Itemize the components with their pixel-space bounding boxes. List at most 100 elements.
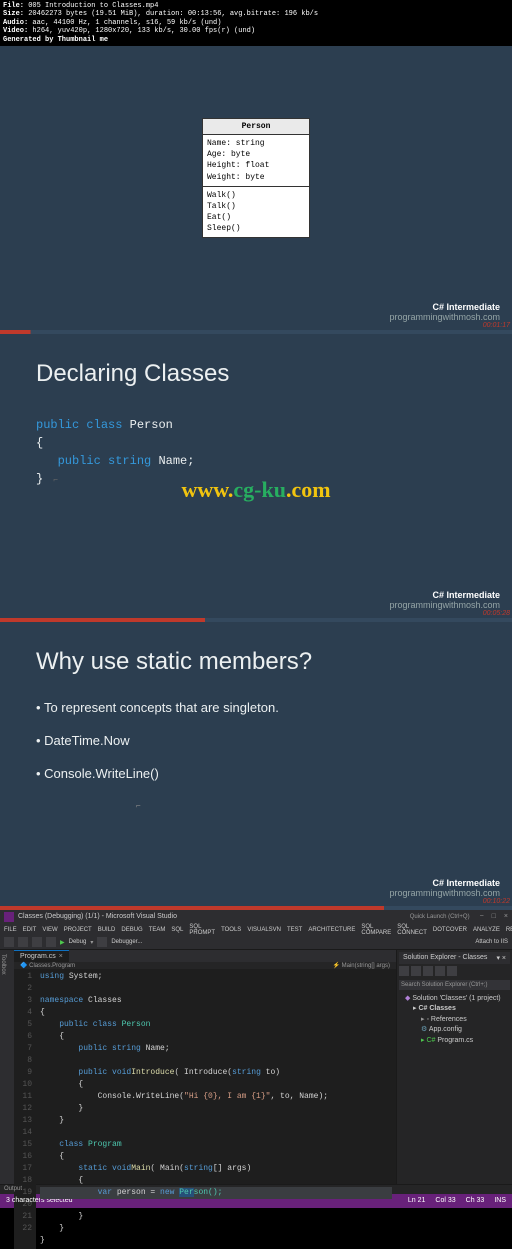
slide-footer: C# Intermediate programmingwithmosh.com bbox=[389, 590, 500, 610]
undo-icon[interactable] bbox=[46, 937, 56, 947]
uml-method: Eat() bbox=[207, 212, 305, 223]
menu-item[interactable]: EDIT bbox=[23, 927, 37, 933]
meta-value: h264, yuv420p, 1280x720, 133 kb/s, 30.00… bbox=[32, 27, 255, 35]
timestamp: 00:01:17 bbox=[483, 322, 510, 329]
code-punct: } bbox=[36, 472, 43, 486]
tree-item[interactable]: References bbox=[431, 1016, 467, 1023]
menu-item[interactable]: TOOLS bbox=[221, 927, 241, 933]
uml-method: Talk() bbox=[207, 201, 305, 212]
uml-field: Weight: byte bbox=[207, 172, 305, 183]
breadcrumb[interactable]: 🔷 Classes.Program ⚡ Main(string[] args) bbox=[14, 962, 396, 969]
tree-item[interactable]: App.config bbox=[429, 1026, 462, 1033]
bullet-item: Console.WriteLine() bbox=[36, 766, 476, 781]
sol-showall-icon[interactable] bbox=[435, 966, 445, 976]
menu-item[interactable]: ARCHITECTURE bbox=[308, 927, 355, 933]
code-keyword: class bbox=[86, 418, 122, 432]
toolbox-tab[interactable]: Toolbox bbox=[0, 954, 14, 975]
menu-item[interactable]: RESHARPER bbox=[506, 927, 512, 933]
tab-label: Program.cs bbox=[20, 953, 56, 960]
menu-item[interactable]: SQL COMPARE bbox=[361, 924, 391, 936]
start-icon[interactable]: ▶ bbox=[60, 939, 65, 946]
menu-item[interactable]: DOTCOVER bbox=[433, 927, 467, 933]
bullet-item: To represent concepts that are singleton… bbox=[36, 700, 476, 715]
nav-back-icon[interactable] bbox=[4, 937, 14, 947]
meta-value: 005 Introduction to Classes.mp4 bbox=[28, 2, 158, 10]
side-tabs[interactable]: Toolbox bbox=[0, 950, 14, 1184]
attach-iis-button[interactable]: Attach to IIS bbox=[475, 939, 508, 945]
uml-method: Sleep() bbox=[207, 223, 305, 234]
menu-item[interactable]: SQL bbox=[171, 927, 183, 933]
window-title: Classes (Debugging) (1/1) - Microsoft Vi… bbox=[18, 913, 177, 920]
meta-label: Size: bbox=[3, 10, 24, 18]
menu-item[interactable]: SQL CONNECT bbox=[397, 924, 427, 936]
cs-file-icon: ▸ C# bbox=[421, 1037, 435, 1044]
cursor-icon: ⌐ bbox=[53, 476, 58, 485]
slide-title: Why use static members? bbox=[36, 648, 476, 676]
uml-methods: Walk() Talk() Eat() Sleep() bbox=[202, 187, 310, 239]
uml-diagram: Person Name: string Age: byte Height: fl… bbox=[202, 118, 310, 239]
menu-item[interactable]: TEAM bbox=[149, 927, 166, 933]
quick-launch[interactable]: Quick Launch (Ctrl+Q) bbox=[410, 914, 470, 920]
code-editor[interactable]: 12345678910111213141516171819202122 usin… bbox=[14, 969, 396, 1249]
debugger-label[interactable]: Debugger... bbox=[111, 939, 142, 945]
status-char: Ch 33 bbox=[466, 1197, 485, 1204]
menu-item[interactable]: SQL PROMPT bbox=[189, 924, 215, 936]
uml-class-name: Person bbox=[202, 118, 310, 135]
nav-fwd-icon[interactable] bbox=[18, 937, 28, 947]
code-identifier: Name bbox=[158, 454, 187, 468]
editor: Program.cs × 🔷 Classes.Program ⚡ Main(st… bbox=[14, 950, 396, 1184]
menu-item[interactable]: TEST bbox=[287, 927, 302, 933]
footer-url: programmingwithmosh.com bbox=[389, 312, 500, 322]
close-tab-icon[interactable]: × bbox=[59, 953, 63, 960]
menu-item[interactable]: VIEW bbox=[42, 927, 57, 933]
close-icon[interactable]: × bbox=[504, 913, 508, 920]
tree-project[interactable]: Classes bbox=[429, 1005, 455, 1012]
menu-item[interactable]: ANALYZE bbox=[473, 927, 500, 933]
save-icon[interactable] bbox=[32, 937, 42, 947]
slide-footer: C# Intermediate programmingwithmosh.com bbox=[389, 302, 500, 322]
menu-item[interactable]: FILE bbox=[4, 927, 17, 933]
meta-label: Audio: bbox=[3, 19, 28, 27]
sol-home-icon[interactable] bbox=[399, 966, 409, 976]
config-icon: ⚙ bbox=[421, 1026, 427, 1033]
menu-item[interactable]: DEBUG bbox=[121, 927, 142, 933]
references-icon: ▸ ▫ bbox=[421, 1016, 429, 1023]
sol-collapse-icon[interactable] bbox=[423, 966, 433, 976]
footer-url: programmingwithmosh.com bbox=[389, 600, 500, 610]
project-icon: C# bbox=[418, 1005, 427, 1012]
menu-item[interactable]: BUILD bbox=[98, 927, 116, 933]
menubar[interactable]: FILE EDIT VIEW PROJECT BUILD DEBUG TEAM … bbox=[0, 924, 512, 936]
tree-solution[interactable]: Solution 'Classes' (1 project) bbox=[412, 995, 500, 1002]
vs-logo-icon bbox=[4, 912, 14, 922]
status-line: Ln 21 bbox=[408, 1197, 426, 1204]
media-metadata: File: 005 Introduction to Classes.mp4 Si… bbox=[0, 0, 512, 46]
tree-item[interactable]: Program.cs bbox=[437, 1037, 473, 1044]
code-type: Person bbox=[130, 418, 173, 432]
bullet-item: DateTime.Now bbox=[36, 733, 476, 748]
sol-props-icon[interactable] bbox=[447, 966, 457, 976]
code-keyword: public bbox=[36, 418, 79, 432]
sol-refresh-icon[interactable] bbox=[411, 966, 421, 976]
slide-footer: C# Intermediate programmingwithmosh.com bbox=[389, 878, 500, 898]
uml-method: Walk() bbox=[207, 190, 305, 201]
uml-field: Age: byte bbox=[207, 149, 305, 160]
debug-dropdown[interactable]: Debug bbox=[69, 939, 87, 945]
footer-title: C# Intermediate bbox=[389, 878, 500, 888]
toolbar-icon[interactable] bbox=[97, 937, 107, 947]
file-tab[interactable]: Program.cs × bbox=[14, 950, 69, 962]
solution-search[interactable]: Search Solution Explorer (Ctrl+;) bbox=[399, 980, 510, 990]
maximize-icon[interactable]: □ bbox=[492, 913, 496, 920]
chevron-down-icon[interactable]: ▸ bbox=[413, 1005, 417, 1012]
watermark: www.cg-ku.com bbox=[181, 477, 330, 503]
code-keyword: string bbox=[108, 454, 151, 468]
menu-item[interactable]: PROJECT bbox=[64, 927, 92, 933]
menu-item[interactable]: VISUALSVN bbox=[247, 927, 281, 933]
meta-label: File: bbox=[3, 2, 24, 10]
solution-explorer: Solution Explorer - Classes ▾ × Search S… bbox=[396, 950, 512, 1184]
slide-declaring-classes: Declaring Classes public class Person { … bbox=[0, 334, 512, 618]
minimize-icon[interactable]: − bbox=[480, 913, 484, 920]
code-punct: { bbox=[36, 436, 43, 450]
panel-options-icon[interactable]: ▾ × bbox=[496, 954, 506, 962]
meta-label: Video: bbox=[3, 27, 28, 35]
solution-tree[interactable]: ◆ Solution 'Classes' (1 project) ▸ C# Cl… bbox=[399, 992, 510, 1049]
